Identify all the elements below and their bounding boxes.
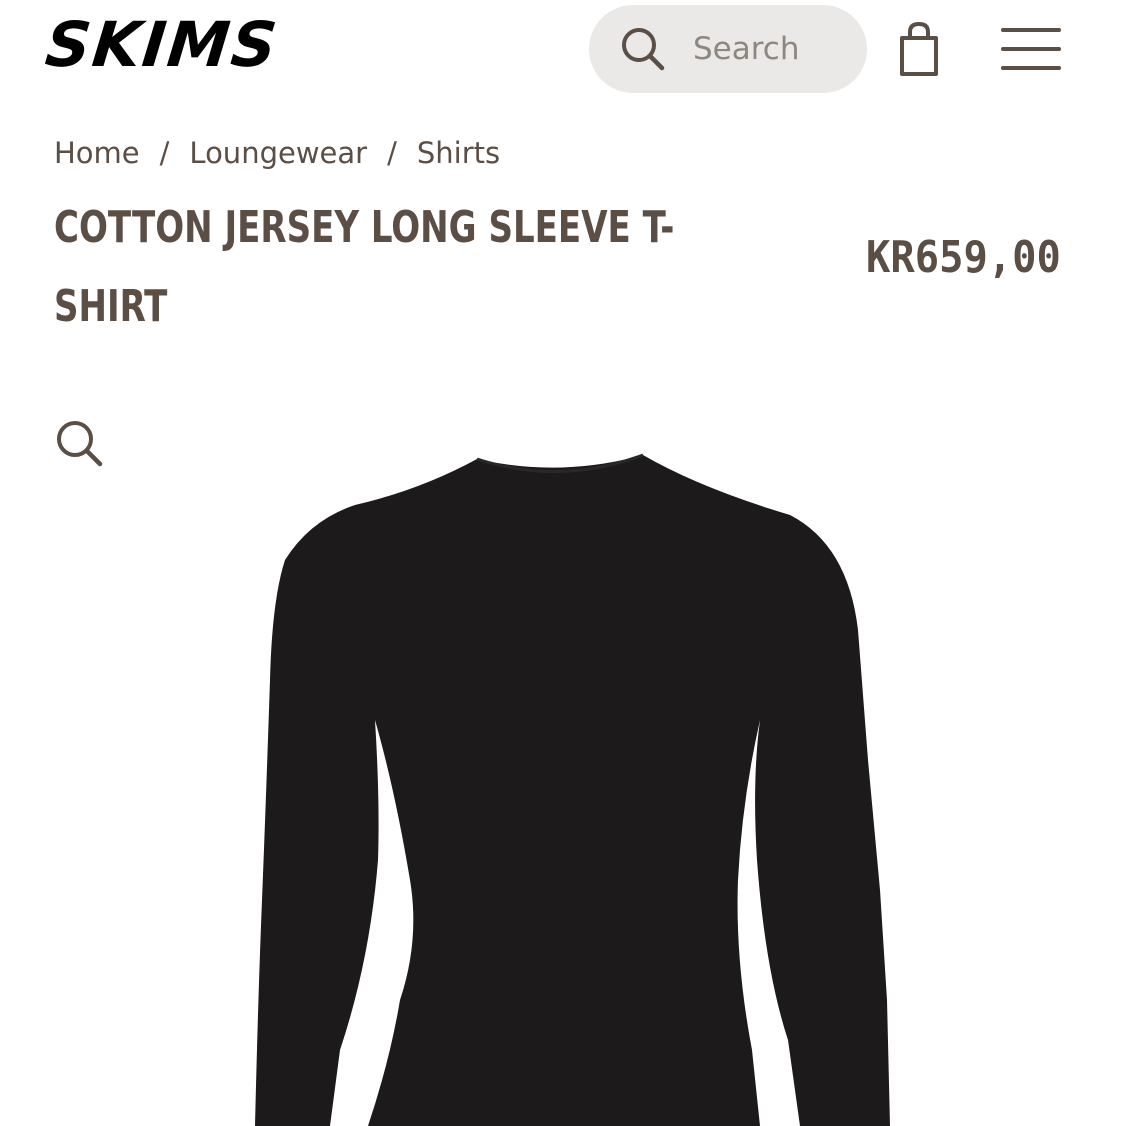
breadcrumb-home[interactable]: Home — [54, 136, 140, 170]
search-bar[interactable]: Search — [589, 5, 867, 93]
hamburger-menu-icon[interactable] — [1001, 26, 1061, 72]
skims-logo[interactable]: SKIMS — [42, 8, 282, 82]
breadcrumb-separator: / — [159, 136, 170, 170]
search-placeholder: Search — [693, 31, 800, 67]
tshirt-body — [255, 455, 890, 1126]
breadcrumb-shirts[interactable]: Shirts — [417, 136, 500, 170]
product-image[interactable] — [0, 440, 1125, 1126]
search-icon — [622, 28, 665, 71]
breadcrumb-loungewear[interactable]: Loungewear — [189, 136, 367, 170]
site-header: SKIMS Search — [0, 0, 1125, 100]
shopping-bag-icon[interactable] — [896, 20, 942, 78]
breadcrumb-separator: / — [387, 136, 397, 170]
breadcrumb: Home / Loungewear / Shirts — [54, 136, 500, 170]
product-title: COTTON JERSEY LONG SLEEVE T-SHIRT — [54, 202, 675, 332]
product-price: KR659,00 — [866, 232, 1061, 283]
